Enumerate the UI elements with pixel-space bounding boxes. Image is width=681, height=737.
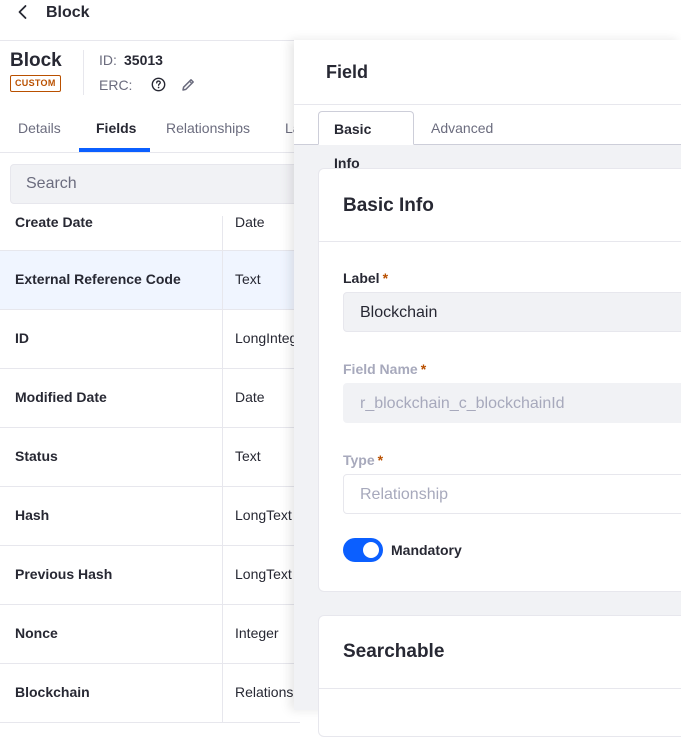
label-field-label: Label * <box>343 270 389 286</box>
help-icon[interactable] <box>151 77 166 92</box>
field-type-cell: Integer <box>235 625 279 641</box>
active-tab-indicator <box>79 148 150 152</box>
object-tabs: Details Fields Relationships La <box>0 108 301 153</box>
custom-badge: CUSTOM <box>10 75 61 92</box>
tab-fields[interactable]: Fields <box>96 120 136 136</box>
object-name: Block <box>10 50 62 71</box>
id-label: ID: <box>99 52 117 68</box>
tab-relationships[interactable]: Relationships <box>166 120 250 136</box>
tab-details[interactable]: Details <box>18 120 61 136</box>
fields-table: Create Date Date External Reference Code… <box>0 214 312 723</box>
table-row[interactable]: Previous Hash LongText <box>0 546 300 605</box>
field-name-cell: External Reference Code <box>15 271 181 287</box>
tab-advanced[interactable]: Advanced <box>415 111 509 145</box>
pencil-icon[interactable] <box>180 77 196 93</box>
searchable-title: Searchable <box>343 641 445 662</box>
field-name-cell: Status <box>15 448 58 464</box>
field-name-input: r_blockchain_c_blockchainId <box>343 383 681 423</box>
table-row[interactable]: Nonce Integer <box>0 605 300 664</box>
header-divider <box>83 50 84 95</box>
field-side-panel: Field Basic Info Advanced Basic Info Lab… <box>294 40 681 737</box>
table-row[interactable]: Blockchain Relationship <box>0 664 312 723</box>
basic-info-title: Basic Info <box>343 195 434 216</box>
field-name-cell: Modified Date <box>15 389 107 405</box>
table-row[interactable]: Hash LongText <box>0 487 300 546</box>
field-type-cell: LongText <box>235 507 292 523</box>
field-name-cell: Nonce <box>15 625 58 641</box>
field-name-cell: Create Date <box>15 214 93 230</box>
table-row[interactable]: Modified Date Date <box>0 369 300 428</box>
panel-tabs: Basic Info Advanced <box>294 105 681 171</box>
mandatory-label: Mandatory <box>391 542 462 558</box>
field-type-cell: Text <box>235 271 261 287</box>
type-select: Relationship <box>343 474 681 514</box>
field-name-cell: Blockchain <box>15 684 90 700</box>
panel-title: Field <box>326 62 369 82</box>
field-name-cell: Previous Hash <box>15 566 113 582</box>
field-type-cell: Date <box>235 389 265 405</box>
type-label: Type * <box>343 452 384 468</box>
label-input[interactable]: Blockchain <box>343 292 681 332</box>
field-name-cell: Hash <box>15 507 50 523</box>
id-value: 35013 <box>124 52 163 68</box>
top-bar: Block <box>0 0 681 41</box>
search-input[interactable] <box>10 164 310 204</box>
page-title: Block <box>46 4 90 21</box>
table-row[interactable]: ID LongInteger <box>0 310 310 369</box>
searchable-card: Searchable <box>318 615 681 737</box>
mandatory-toggle[interactable] <box>343 538 383 562</box>
field-name-label: Field Name * <box>343 361 427 377</box>
tab-basic-info[interactable]: Basic Info <box>318 111 414 171</box>
panel-header: Field <box>294 40 681 105</box>
toggle-knob <box>363 542 379 558</box>
field-type-cell: Text <box>235 448 261 464</box>
table-row[interactable]: External Reference Code Text <box>0 251 300 310</box>
erc-label: ERC: <box>99 77 133 93</box>
field-type-cell: Date <box>235 214 265 230</box>
basic-info-card: Basic Info Label * Blockchain Field Name *… <box>318 168 681 592</box>
field-type-cell: LongText <box>235 566 292 582</box>
table-row[interactable]: Create Date Date <box>0 214 300 251</box>
field-name-cell: ID <box>15 330 29 346</box>
table-row[interactable]: Status Text <box>0 428 300 487</box>
chevron-left-icon[interactable] <box>15 4 31 20</box>
